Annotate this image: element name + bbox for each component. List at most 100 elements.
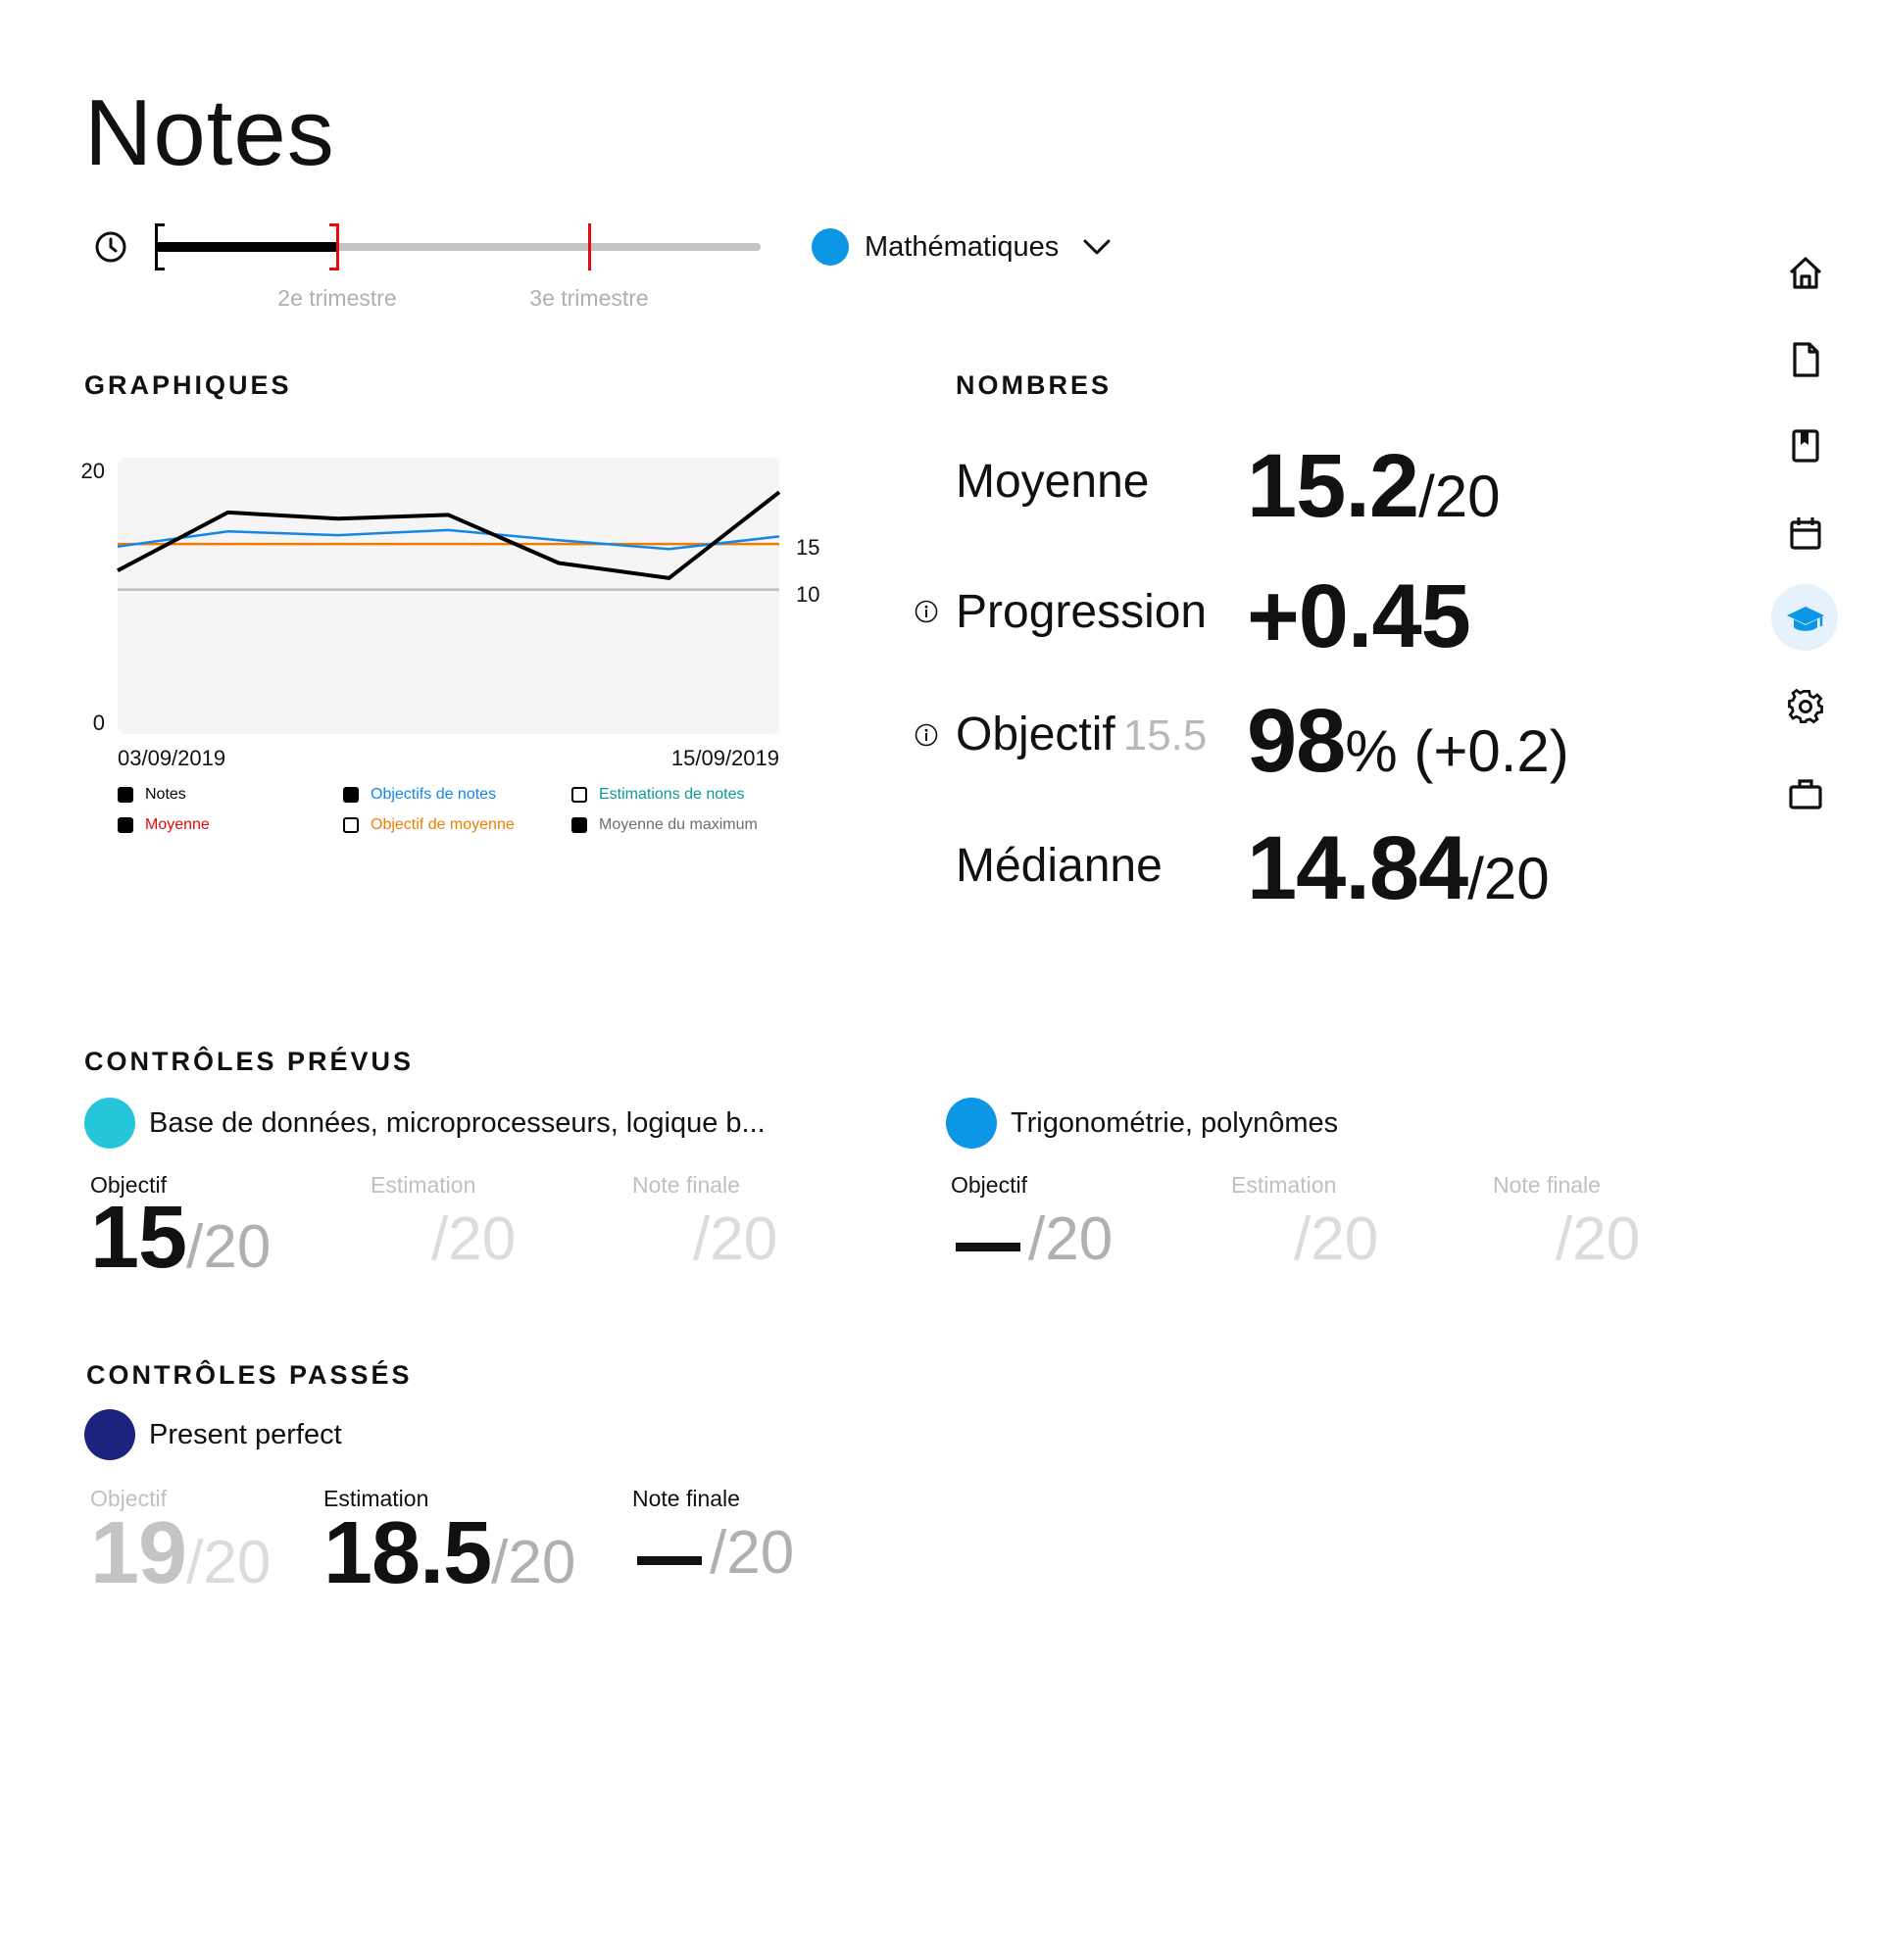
score-value: 19 [90,1504,187,1602]
bookmark-book-icon [1792,429,1819,463]
score-denominator: /20 [186,1213,272,1281]
planned-test-item[interactable]: Trigonométrie, polynômes [946,1098,1338,1149]
objectif-target-value: 15.5 [1122,711,1208,760]
empty-value-dash [637,1556,702,1566]
stat-number: 98 [1247,691,1346,791]
subject-color-dot [812,228,849,266]
legend-checkbox[interactable] [118,817,133,833]
sidebar-item-documents[interactable] [1784,338,1827,381]
estimation-score[interactable]: 18.5/20 [323,1509,575,1597]
stat-value-medianne: 14.84/20 [1247,823,1550,913]
section-heading-graphiques: GRAPHIQUES [84,370,292,400]
objectif-score[interactable]: /20 [956,1209,1113,1270]
score-value: 18.5 [323,1504,492,1602]
objectif-label: Objectif [951,1172,1027,1198]
note-finale-label: Note finale [1493,1172,1601,1198]
stat-label-moyenne: Moyenne [956,456,1150,508]
note-finale-score[interactable]: /20 [637,1523,794,1584]
score-denominator: /20 [1556,1205,1641,1273]
planned-test-item[interactable]: Base de données, microprocesseurs, logiq… [84,1098,766,1149]
page-title: Notes [84,80,335,185]
score-value: 15 [90,1189,187,1287]
legend-checkbox[interactable] [343,817,359,833]
objectif-score[interactable]: 15/20 [90,1194,271,1282]
home-icon [1789,257,1822,289]
legend-checkbox[interactable] [118,787,133,803]
timeline-end-handle[interactable] [329,223,339,270]
sidebar-item-cahier[interactable] [1784,424,1827,467]
y-tick-right-10: 10 [796,582,819,607]
graduation-cap-icon [1787,607,1824,631]
estimation-score[interactable]: /20 [431,1209,516,1270]
legend-checkbox[interactable] [571,787,587,803]
section-heading-controles-passes: CONTRÔLES PASSÉS [86,1360,413,1390]
stat-value-progression: +0.45 [1247,566,1471,666]
legend-item-moyenne-du-maximum[interactable]: Moyenne du maximum [571,816,758,834]
y-tick-left-top: 20 [81,459,105,483]
stat-label-progression: Progression [956,586,1208,638]
note-finale-score[interactable]: /20 [1556,1209,1640,1270]
section-heading-controles-prevus: CONTRÔLES PRÉVUS [84,1047,415,1076]
stat-label-text: Objectif [956,709,1115,760]
info-icon[interactable] [915,723,938,747]
clock-icon [95,231,126,263]
test-title: Present perfect [149,1418,342,1450]
timeline-progress [157,242,337,252]
grades-line-chart[interactable]: 20 0 15 10 03/09/2019 15/09/2019 [59,446,843,838]
sidebar-item-calendar[interactable] [1784,512,1827,555]
legend-label: Objectifs de notes [371,786,497,803]
y-tick-right-15: 15 [796,535,819,560]
x-tick-start: 03/09/2019 [118,746,225,770]
legend-label: Notes [145,786,186,803]
score-denominator: /20 [710,1519,795,1587]
note-finale-score[interactable]: /20 [693,1209,777,1270]
stat-label-objectif: Objectif 15.5 [956,711,1207,759]
timeline-start-handle[interactable] [155,223,165,270]
stat-value-objectif: 98% (+0.2) [1247,696,1569,786]
test-title: Trigonométrie, polynômes [1011,1106,1339,1139]
subject-label: Mathématiques [865,230,1060,263]
y-tick-left-bottom: 0 [93,710,105,735]
sidebar-item-notes[interactable] [1784,598,1827,641]
legend-label: Moyenne du maximum [599,816,758,833]
subject-dropdown[interactable]: Mathématiques [812,225,1112,269]
test-color-dot [84,1409,135,1460]
stat-label-medianne: Médianne [956,840,1163,892]
chevron-down-icon [1083,239,1111,255]
estimation-label: Estimation [1231,1172,1337,1198]
legend-item-moyenne[interactable]: Moyenne [118,816,210,834]
score-denominator: /20 [186,1529,272,1596]
legend-checkbox[interactable] [571,817,587,833]
legend-label: Moyenne [145,816,210,833]
info-icon[interactable] [915,600,938,623]
score-denominator: /20 [491,1529,576,1596]
test-color-dot [84,1098,135,1149]
legend-item-objectif-de-moyenne[interactable]: Objectif de moyenne [343,816,515,834]
sidebar-item-settings[interactable] [1784,685,1827,728]
legend-item-notes[interactable]: Notes [118,786,186,804]
score-denominator: /20 [1294,1205,1379,1273]
estimation-label: Estimation [371,1172,476,1198]
note-finale-label: Note finale [632,1172,740,1198]
stat-unit: /20 [1418,464,1501,529]
score-denominator: /20 [1028,1205,1114,1273]
test-title: Base de données, microprocesseurs, logiq… [149,1106,766,1139]
section-heading-nombres: NOMBRES [956,370,1113,400]
timeline-marker-trimestre-3[interactable] [588,223,591,270]
test-color-dot [946,1098,997,1149]
legend-label: Objectif de moyenne [371,816,515,833]
sidebar-item-home[interactable] [1784,251,1827,294]
stat-unit: % (+0.2) [1345,718,1569,784]
briefcase-icon [1789,779,1822,809]
chart-plot-area [118,458,779,734]
legend-label: Estimations de notes [599,786,745,803]
past-test-item[interactable]: Present perfect [84,1409,342,1460]
estimation-score[interactable]: /20 [1294,1209,1378,1270]
document-icon [1793,342,1819,377]
legend-item-objectifs-de-notes[interactable]: Objectifs de notes [343,786,496,804]
legend-item-estimations-de-notes[interactable]: Estimations de notes [571,786,745,804]
sidebar-item-work[interactable] [1784,772,1827,815]
objectif-score[interactable]: 19/20 [90,1509,271,1597]
legend-checkbox[interactable] [343,787,359,803]
x-tick-end: 15/09/2019 [671,746,779,770]
